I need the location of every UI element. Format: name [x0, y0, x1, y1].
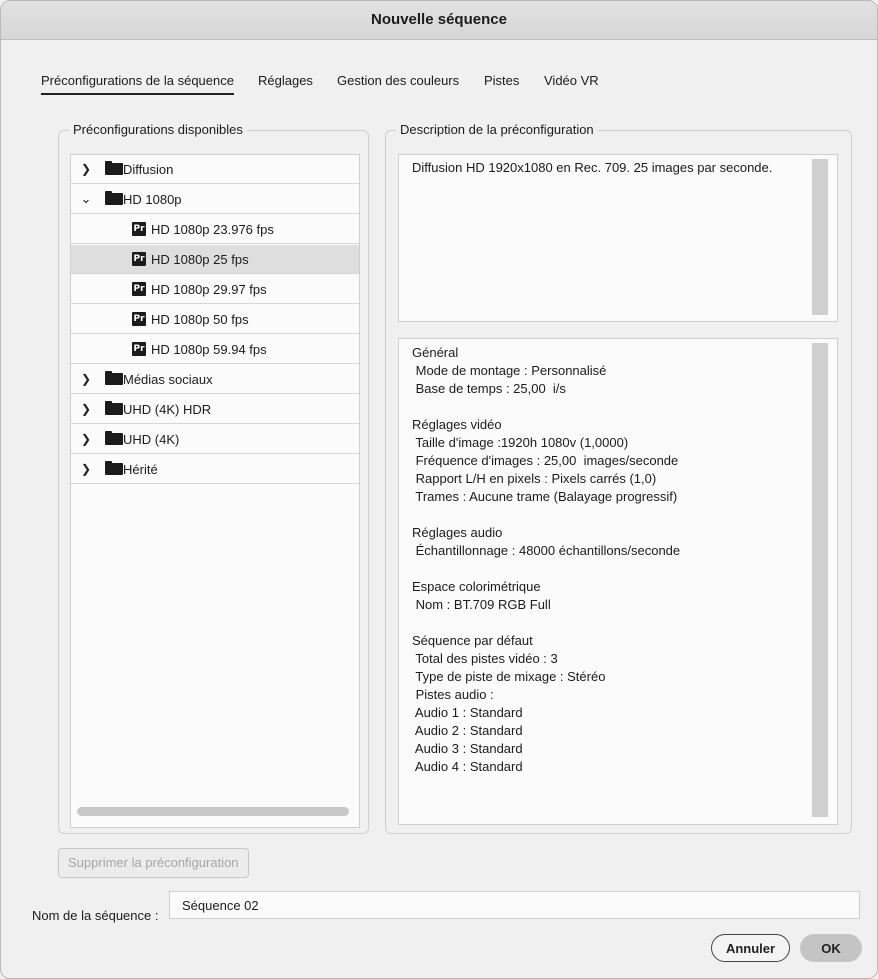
folder-icon — [105, 431, 123, 445]
details-line: Audio 4 : Standard — [412, 759, 523, 774]
sequence-name-label: Nom de la séquence : — [32, 908, 159, 923]
available-presets-title: Préconfigurations disponibles — [69, 122, 247, 137]
details-line: Total des pistes vidéo : 3 — [412, 651, 558, 666]
details-scrollbar[interactable] — [812, 343, 828, 817]
details-line: Échantillonnage : 48000 échantillons/sec… — [412, 543, 681, 558]
tree-item-label: UHD (4K) HDR — [123, 401, 212, 417]
tree-folder-legacy[interactable]: ❯ Hérité — [71, 455, 359, 484]
chevron-right-icon[interactable]: ❯ — [75, 432, 97, 446]
details-line: Audio 1 : Standard — [412, 705, 523, 720]
folder-icon — [105, 191, 123, 205]
tree-folder-social-media[interactable]: ❯ Médias sociaux — [71, 365, 359, 394]
premiere-preset-icon: Pr — [132, 252, 146, 266]
details-line: Général — [412, 345, 459, 360]
tree-preset-hd-1080p-25[interactable]: Pr HD 1080p 25 fps — [71, 245, 359, 274]
folder-icon — [105, 371, 123, 385]
tree-item-label: HD 1080p 50 fps — [151, 311, 249, 327]
tree-folder-uhd-4k-hdr[interactable]: ❯ UHD (4K) HDR — [71, 395, 359, 424]
details-line: Rapport L/H en pixels : Pixels carrés (1… — [412, 471, 657, 486]
chevron-down-icon[interactable]: ⌄ — [75, 191, 97, 207]
chevron-right-icon[interactable]: ❯ — [75, 372, 97, 386]
description-text: Diffusion HD 1920x1080 en Rec. 709. 25 i… — [412, 160, 773, 175]
details-line: Séquence par défaut — [412, 633, 533, 648]
details-line: Fréquence d'images : 25,00 images/second… — [412, 453, 679, 468]
tree-item-label: Diffusion — [123, 161, 174, 177]
details-line: Audio 3 : Standard — [412, 741, 523, 756]
tree-folder-diffusion[interactable]: ❯ Diffusion — [71, 155, 359, 184]
folder-icon — [105, 401, 123, 415]
folder-icon — [105, 461, 123, 475]
tree-item-label: HD 1080p 29.97 fps — [151, 281, 267, 297]
premiere-preset-icon: Pr — [132, 342, 146, 356]
preset-description-title: Description de la préconfiguration — [396, 122, 598, 137]
folder-icon — [105, 161, 123, 175]
tree-item-label: Hérité — [123, 461, 158, 477]
tree-preset-hd-1080p-5994[interactable]: Pr HD 1080p 59.94 fps — [71, 335, 359, 364]
details-panel: Général Mode de montage : Personnalisé B… — [398, 338, 838, 825]
presets-tree: ❯ Diffusion ⌄ HD 1080p Pr HD 1080p 23.97… — [70, 154, 360, 828]
chevron-right-icon[interactable]: ❯ — [75, 402, 97, 416]
tab-sequence-presets[interactable]: Préconfigurations de la séquence — [41, 73, 234, 95]
tree-item-label: UHD (4K) — [123, 431, 180, 447]
details-line: Pistes audio : — [412, 687, 494, 702]
tree-preset-hd-1080p-23976[interactable]: Pr HD 1080p 23.976 fps — [71, 215, 359, 244]
tree-folder-uhd-4k[interactable]: ❯ UHD (4K) — [71, 425, 359, 454]
tree-item-label: HD 1080p — [123, 191, 182, 207]
details-line: Nom : BT.709 RGB Full — [412, 597, 551, 612]
tree-item-label: HD 1080p 23.976 fps — [151, 221, 274, 237]
details-line: Réglages vidéo — [412, 417, 502, 432]
delete-preset-button[interactable]: Supprimer la préconfiguration — [58, 848, 249, 878]
details-line: Audio 2 : Standard — [412, 723, 523, 738]
details-line: Taille d'image :1920h 1080v (1,0000) — [412, 435, 629, 450]
sequence-name-input[interactable] — [169, 891, 860, 919]
details-line: Mode de montage : Personnalisé — [412, 363, 607, 378]
description-scrollbar[interactable] — [812, 159, 828, 315]
tree-preset-hd-1080p-2997[interactable]: Pr HD 1080p 29.97 fps — [71, 275, 359, 304]
tab-tracks[interactable]: Pistes — [484, 73, 519, 88]
tree-item-label: HD 1080p 25 fps — [151, 251, 249, 267]
ok-button[interactable]: OK — [800, 934, 862, 962]
details-line: Trames : Aucune trame (Balayage progress… — [412, 489, 678, 504]
description-panel: Diffusion HD 1920x1080 en Rec. 709. 25 i… — [398, 154, 838, 322]
chevron-right-icon[interactable]: ❯ — [75, 462, 97, 476]
premiere-preset-icon: Pr — [132, 222, 146, 236]
cancel-button[interactable]: Annuler — [711, 934, 790, 962]
new-sequence-dialog: Nouvelle séquence Préconfigurations de l… — [0, 0, 878, 979]
tab-vr-video[interactable]: Vidéo VR — [544, 73, 599, 88]
tab-color-management[interactable]: Gestion des couleurs — [337, 73, 459, 88]
tree-preset-hd-1080p-50[interactable]: Pr HD 1080p 50 fps — [71, 305, 359, 334]
tab-settings[interactable]: Réglages — [258, 73, 313, 88]
details-line: Base de temps : 25,00 i/s — [412, 381, 566, 396]
details-line: Espace colorimétrique — [412, 579, 541, 594]
tree-item-label: Médias sociaux — [123, 371, 213, 387]
tree-item-label: HD 1080p 59.94 fps — [151, 341, 267, 357]
presets-horizontal-scrollbar[interactable] — [77, 807, 349, 816]
details-line: Type de piste de mixage : Stéréo — [412, 669, 606, 684]
premiere-preset-icon: Pr — [132, 312, 146, 326]
tree-folder-hd-1080p[interactable]: ⌄ HD 1080p — [71, 185, 359, 214]
chevron-right-icon[interactable]: ❯ — [75, 162, 97, 176]
premiere-preset-icon: Pr — [132, 282, 146, 296]
dialog-title: Nouvelle séquence — [1, 1, 877, 40]
details-line: Réglages audio — [412, 525, 503, 540]
